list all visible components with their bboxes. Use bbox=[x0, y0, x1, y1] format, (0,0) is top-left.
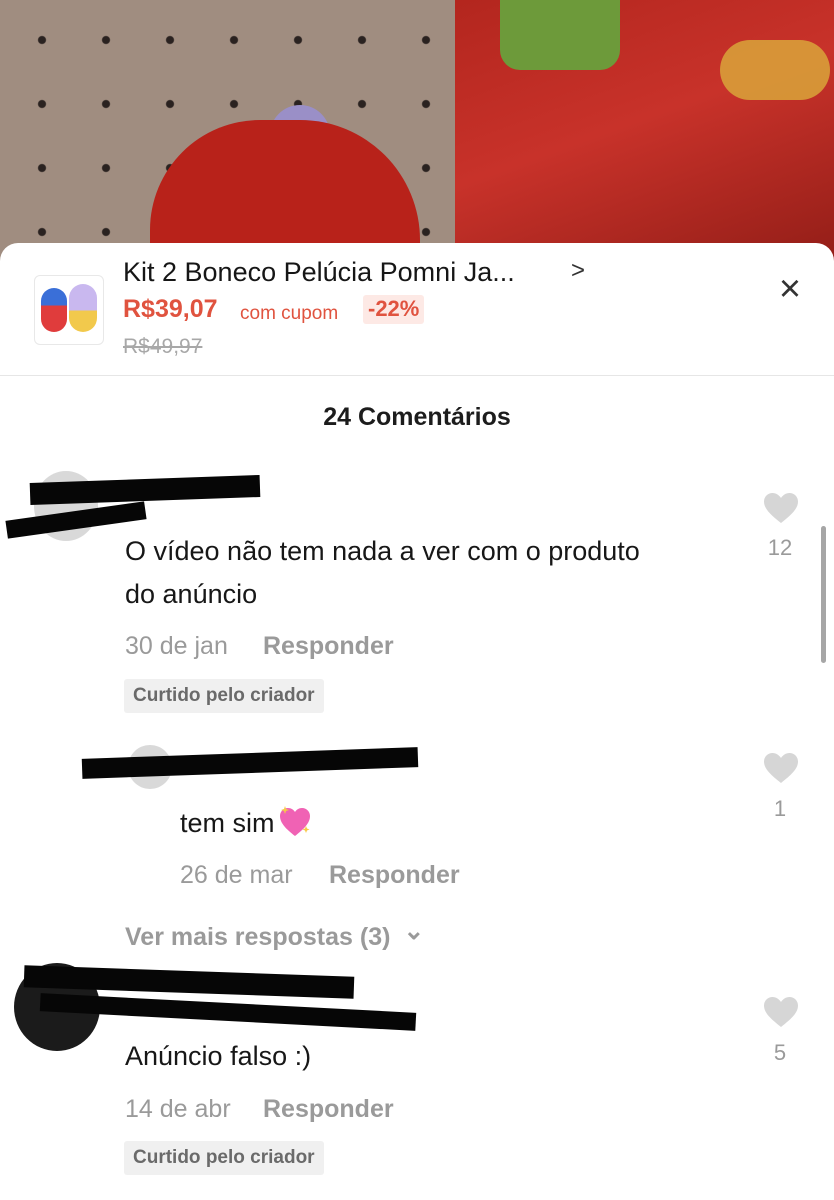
comment-date: 14 de abr bbox=[125, 1095, 231, 1123]
comment-text: tem sim bbox=[180, 802, 313, 845]
scrollbar[interactable] bbox=[821, 526, 826, 663]
reply-button[interactable]: Responder bbox=[329, 861, 460, 890]
comment-text-line: tem sim bbox=[180, 808, 275, 838]
comment-text-line: do anúncio bbox=[125, 579, 258, 609]
product-card[interactable]: Kit 2 Boneco Pelúcia Pomni Ja... > R$39,… bbox=[0, 243, 834, 376]
heart-icon[interactable] bbox=[763, 492, 799, 524]
plush-bunny-image bbox=[69, 284, 97, 332]
comment-text-line: Anúncio falso :) bbox=[125, 1041, 312, 1071]
sparkling-heart-icon bbox=[279, 806, 310, 836]
liked-by-creator-badge: Curtido pelo criador bbox=[124, 1141, 324, 1175]
like-count: 1 bbox=[773, 796, 787, 821]
heart-icon[interactable] bbox=[763, 752, 799, 784]
comments-count: 24 Comentários bbox=[323, 403, 511, 431]
liked-by-creator-badge: Curtido pelo criador bbox=[124, 679, 324, 713]
reply-button[interactable]: Responder bbox=[263, 1095, 394, 1124]
view-more-replies-button[interactable]: Ver mais respostas (3) ⌄ bbox=[125, 917, 424, 952]
comment-text-line: O vídeo não tem nada a ver com o produto bbox=[125, 536, 640, 566]
plush-doll-image bbox=[41, 288, 67, 332]
reply-button[interactable]: Responder bbox=[263, 632, 394, 661]
comment-text: Anúncio falso :) bbox=[125, 1035, 311, 1078]
chevron-down-icon: ⌄ bbox=[403, 917, 425, 945]
chevron-right-icon[interactable]: > bbox=[571, 257, 585, 285]
coupon-label: com cupom bbox=[240, 303, 339, 324]
video-background bbox=[0, 0, 834, 270]
product-thumbnail[interactable] bbox=[34, 275, 104, 345]
product-title[interactable]: Kit 2 Boneco Pelúcia Pomni Ja... bbox=[123, 257, 515, 288]
toy-box-detail bbox=[500, 0, 620, 70]
comment-date: 26 de mar bbox=[180, 861, 293, 889]
comment-date: 30 de jan bbox=[125, 632, 228, 660]
product-price: R$39,07 bbox=[123, 295, 218, 323]
toy-box-detail bbox=[720, 40, 830, 100]
view-more-replies-label: Ver mais respostas (3) bbox=[125, 923, 391, 951]
original-price: R$49,97 bbox=[123, 335, 203, 358]
discount-badge: -22% bbox=[363, 295, 425, 324]
comment-text: O vídeo não tem nada a ver com o produto… bbox=[125, 530, 640, 616]
like-count: 12 bbox=[767, 535, 793, 560]
redaction-mark bbox=[39, 993, 417, 1031]
heart-icon[interactable] bbox=[763, 996, 799, 1028]
comments-sheet: Kit 2 Boneco Pelúcia Pomni Ja... > R$39,… bbox=[0, 243, 834, 1200]
close-icon[interactable]: × bbox=[772, 270, 808, 308]
like-count: 5 bbox=[773, 1040, 787, 1065]
